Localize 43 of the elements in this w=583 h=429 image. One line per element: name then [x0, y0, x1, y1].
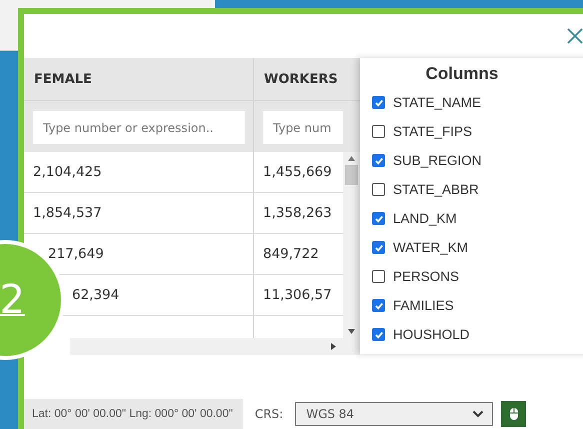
checkbox[interactable] — [372, 96, 385, 109]
checkbox[interactable] — [372, 212, 385, 225]
column-header[interactable]: WORKERS — [254, 58, 343, 100]
horizontal-scrollbar[interactable] — [70, 338, 360, 355]
column-option[interactable]: HOUSHOLD — [393, 327, 470, 342]
column-header[interactable]: FEMALE — [24, 58, 254, 100]
column-option[interactable]: STATE_FIPS — [393, 124, 472, 139]
checkbox[interactable] — [372, 125, 385, 138]
checkbox[interactable] — [372, 183, 385, 196]
table-cell: 2,104,425 — [33, 164, 102, 180]
crs-label: CRS: — [254, 407, 284, 421]
mouse-button[interactable] — [501, 401, 526, 427]
checkbox[interactable] — [372, 270, 385, 283]
checkbox[interactable] — [372, 154, 385, 167]
scroll-down-icon[interactable] — [348, 329, 355, 334]
checkbox[interactable] — [372, 241, 385, 254]
column-option[interactable]: LAND_KM — [393, 211, 457, 226]
table-cell: 849,722 — [263, 246, 319, 262]
close-icon[interactable] — [566, 27, 583, 45]
column-option[interactable]: STATE_NAME — [393, 95, 482, 110]
scroll-up-icon[interactable] — [348, 156, 355, 161]
panel-title: Columns — [424, 64, 500, 84]
table-cell: 1,854,537 — [33, 205, 102, 221]
column-option[interactable]: SUB_REGION — [393, 153, 482, 168]
table-cell: 62,394 — [72, 287, 120, 303]
scroll-thumb[interactable] — [345, 165, 358, 185]
checkbox[interactable] — [372, 328, 385, 341]
mouse-icon — [508, 407, 519, 421]
checkbox[interactable] — [372, 299, 385, 312]
coordinates-readout: Lat: 00° 00' 00.00" Lng: 000° 00' 00.00" — [24, 399, 243, 429]
filter-field[interactable]: Type number or expression.. — [33, 111, 245, 144]
crs-dropdown[interactable]: WGS 84 — [295, 402, 494, 426]
table-cell: 1,358,263 — [263, 205, 332, 221]
column-option[interactable]: FAMILIES — [393, 298, 454, 313]
vertical-scrollbar[interactable] — [343, 152, 360, 338]
chevron-down-icon — [472, 410, 484, 418]
scroll-right-icon[interactable] — [331, 343, 336, 350]
table-cell: 1,455,669 — [263, 164, 332, 180]
table-cell: 11,306,57 — [263, 287, 332, 303]
column-option[interactable]: WATER_KM — [393, 240, 468, 255]
filter-field[interactable]: Type num — [263, 111, 343, 144]
column-option[interactable]: STATE_ABBR — [393, 182, 479, 197]
column-option[interactable]: PERSONS — [393, 269, 460, 284]
